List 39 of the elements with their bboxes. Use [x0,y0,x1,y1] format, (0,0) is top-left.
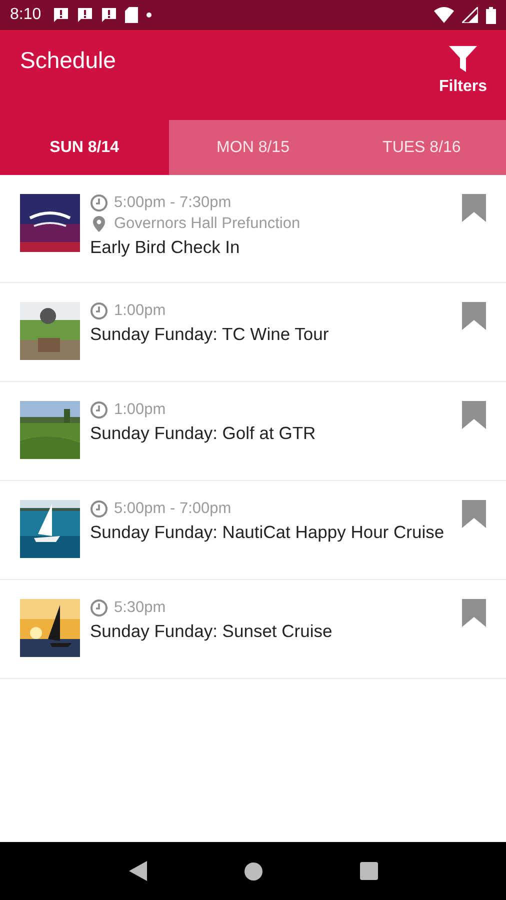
home-icon[interactable] [244,862,262,880]
message-alert-icon [101,7,118,23]
sd-card-icon [125,7,138,23]
clock-icon [90,599,108,617]
status-time: 8:10 [10,6,42,24]
event-time: 1:00pm [114,401,166,419]
event-time: 1:00pm [114,302,166,320]
bookmark-button[interactable] [462,302,486,330]
back-icon[interactable] [128,861,146,881]
bookmark-button[interactable] [462,401,486,429]
event-title: Sunday Funday: Sunset Cruise [90,621,334,642]
event-time: 5:00pm - 7:00pm [114,500,232,518]
event-title: Sunday Funday: TC Wine Tour [90,324,330,345]
location-pin-icon [90,215,108,233]
event-time: 5:30pm [114,599,166,617]
signal-icon [462,7,478,23]
message-alert-icon [53,7,70,23]
day-tab[interactable]: TUES 8/16 [337,120,506,175]
message-alert-icon [77,7,94,23]
event-title: Sunday Funday: Golf at GTR [90,423,317,444]
clock-icon [90,194,108,212]
clock-icon [90,401,108,419]
recents-icon[interactable] [360,862,378,880]
day-tab[interactable]: MON 8/15 [168,120,338,175]
bookmark-button[interactable] [462,194,486,222]
battery-icon [486,6,496,24]
event-title: Early Bird Check In [90,237,241,258]
event-location: Governors Hall Prefunction [114,215,300,233]
bookmark-button[interactable] [462,500,486,528]
event-time: 5:00pm - 7:30pm [114,194,232,212]
clock-icon [90,500,108,518]
filters-button[interactable]: Filters [438,46,487,98]
event-title: Sunday Funday: NautiCat Happy Hour Cruise [90,522,446,543]
dot-icon [146,12,152,18]
screen-title: Schedule [20,47,116,75]
filter-icon [448,46,477,72]
bookmark-button[interactable] [462,599,486,627]
clock-icon [90,302,108,320]
wifi-icon [434,7,454,23]
